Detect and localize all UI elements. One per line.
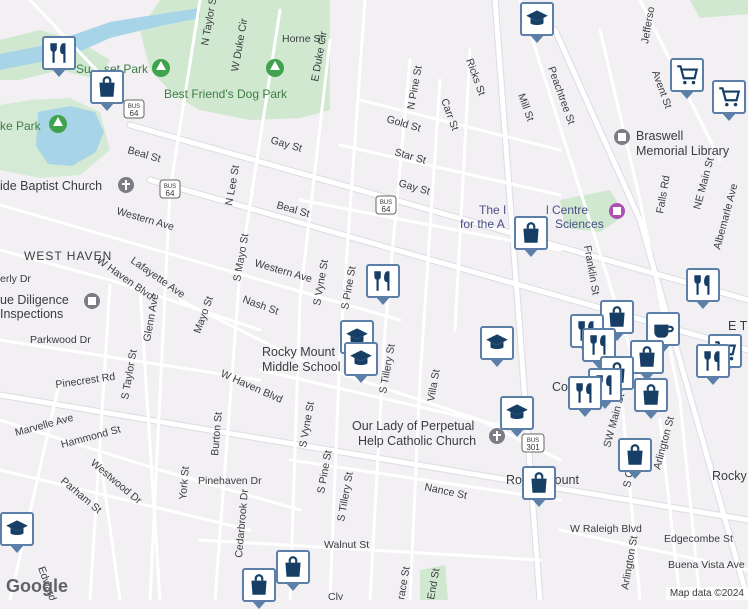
shopping-bag-marker[interactable]: [634, 378, 668, 419]
svg-text:64: 64: [166, 189, 175, 198]
route-shield-bus-64-west: BUS 64: [123, 99, 145, 119]
shopping-cart-icon: [719, 87, 741, 107]
shopping-bag-icon: [285, 556, 301, 577]
school-rocky-mount-2: Middle School: [262, 360, 341, 374]
school-rocky-mount-1: Rocky Mount: [262, 345, 335, 359]
shopping-bag-icon: [627, 444, 643, 465]
shopping-bag-marker[interactable]: [618, 438, 652, 479]
school-marker[interactable]: [520, 2, 554, 43]
svg-text:64: 64: [130, 109, 139, 118]
graduation-cap-icon: [486, 334, 508, 349]
church-baptist: ide Baptist Church: [0, 179, 102, 193]
church-our-lady-1: Our Lady of Perpetual: [352, 419, 474, 433]
route-shield-bus-64-east: BUS 64: [375, 195, 397, 215]
park-sunset-a: Su: [76, 62, 91, 76]
street-w-raleigh: W Raleigh Blvd: [570, 523, 642, 535]
graduation-cap-icon: [526, 10, 548, 25]
google-logo: Google: [6, 576, 68, 596]
museum-icon: [609, 203, 625, 219]
business-due-diligence-1: ue Diligence: [0, 293, 69, 307]
park-dog-park: Best Friend's Dog Park: [164, 87, 288, 101]
shopping-bag-icon: [609, 306, 625, 327]
school-marker[interactable]: [480, 326, 514, 367]
street-cly: Cly: [328, 591, 344, 600]
shopping-bag-icon: [251, 574, 267, 595]
street-walnut: Walnut St: [324, 539, 369, 551]
svg-text:301: 301: [526, 443, 540, 452]
school-marker[interactable]: [500, 396, 534, 437]
graduation-cap-icon: [506, 404, 528, 419]
shopping-bag-icon: [523, 222, 539, 243]
street-pinehaven: Pinehaven Dr: [198, 475, 262, 487]
fork-knife-icon: [50, 43, 66, 63]
library-braswell-2: Memorial Library: [636, 144, 730, 158]
street-parkwood: Parkwood Dr: [30, 334, 91, 346]
shopping-bag-marker[interactable]: [276, 550, 310, 591]
shopping-bag-icon: [99, 76, 115, 97]
graduation-cap-icon: [350, 350, 372, 365]
street-erly: erly Dr: [0, 273, 31, 285]
fork-knife-icon: [694, 275, 710, 295]
fork-knife-icon: [374, 271, 390, 291]
shopping-bag-icon: [531, 472, 547, 493]
shopping-bag-marker[interactable]: [522, 466, 556, 507]
church-our-lady-2: Help Catholic Church: [358, 434, 476, 448]
school-marker[interactable]: [0, 512, 34, 553]
place-rocky-east: Rocky: [712, 469, 747, 483]
tree-icon: [266, 59, 284, 77]
library-icon: [614, 129, 630, 145]
shopping-bag-marker[interactable]: [514, 216, 548, 257]
shopping-bag-icon: [639, 346, 655, 367]
street-e-t: E T: [728, 319, 748, 333]
street-edgecombe: Edgecombe St: [664, 533, 733, 545]
shopping-bag-marker[interactable]: [242, 568, 276, 609]
restaurant-marker[interactable]: [42, 36, 76, 77]
tree-icon: [49, 115, 67, 133]
route-shield-bus-64-central: BUS 64: [159, 179, 181, 199]
restaurant-marker[interactable]: [696, 344, 730, 385]
restaurant-marker[interactable]: [366, 264, 400, 305]
church-icon: [489, 428, 505, 444]
school-marker[interactable]: [344, 342, 378, 383]
fork-knife-icon: [704, 351, 720, 371]
imperial-centre-2a: for the A: [460, 217, 505, 231]
restaurant-marker[interactable]: [686, 268, 720, 309]
business-due-diligence-2: Inspections: [0, 307, 63, 321]
office-icon: [84, 293, 100, 309]
fork-knife-icon: [576, 383, 592, 403]
map-data-credit[interactable]: Map data ©2024: [665, 587, 748, 600]
imperial-centre-2b: Sciences: [555, 217, 604, 231]
place-co: Co: [552, 380, 568, 394]
tree-icon: [152, 59, 170, 77]
graduation-cap-icon: [6, 520, 28, 535]
restaurant-marker[interactable]: [568, 376, 602, 417]
church-icon: [118, 177, 134, 193]
park-lake: ke Park: [0, 119, 42, 133]
coffee-cup-icon: [654, 324, 674, 338]
shopping-cart-icon: [677, 65, 699, 85]
route-shield-bus-301: BUS 301: [521, 433, 545, 453]
fork-knife-icon: [590, 335, 606, 355]
imperial-centre-1a: The I: [479, 203, 506, 217]
shopping-bag-marker[interactable]: [90, 70, 124, 111]
grocery-marker[interactable]: [670, 58, 704, 99]
street-buena-vista: Buena Vista Ave: [668, 559, 745, 571]
imperial-centre-1b: l Centre: [546, 203, 588, 217]
shopping-bag-icon: [643, 384, 659, 405]
svg-text:64: 64: [382, 205, 391, 214]
library-braswell-1: Braswell: [636, 129, 683, 143]
grocery-marker[interactable]: [712, 80, 746, 121]
shopping-bag-marker[interactable]: [630, 340, 664, 381]
